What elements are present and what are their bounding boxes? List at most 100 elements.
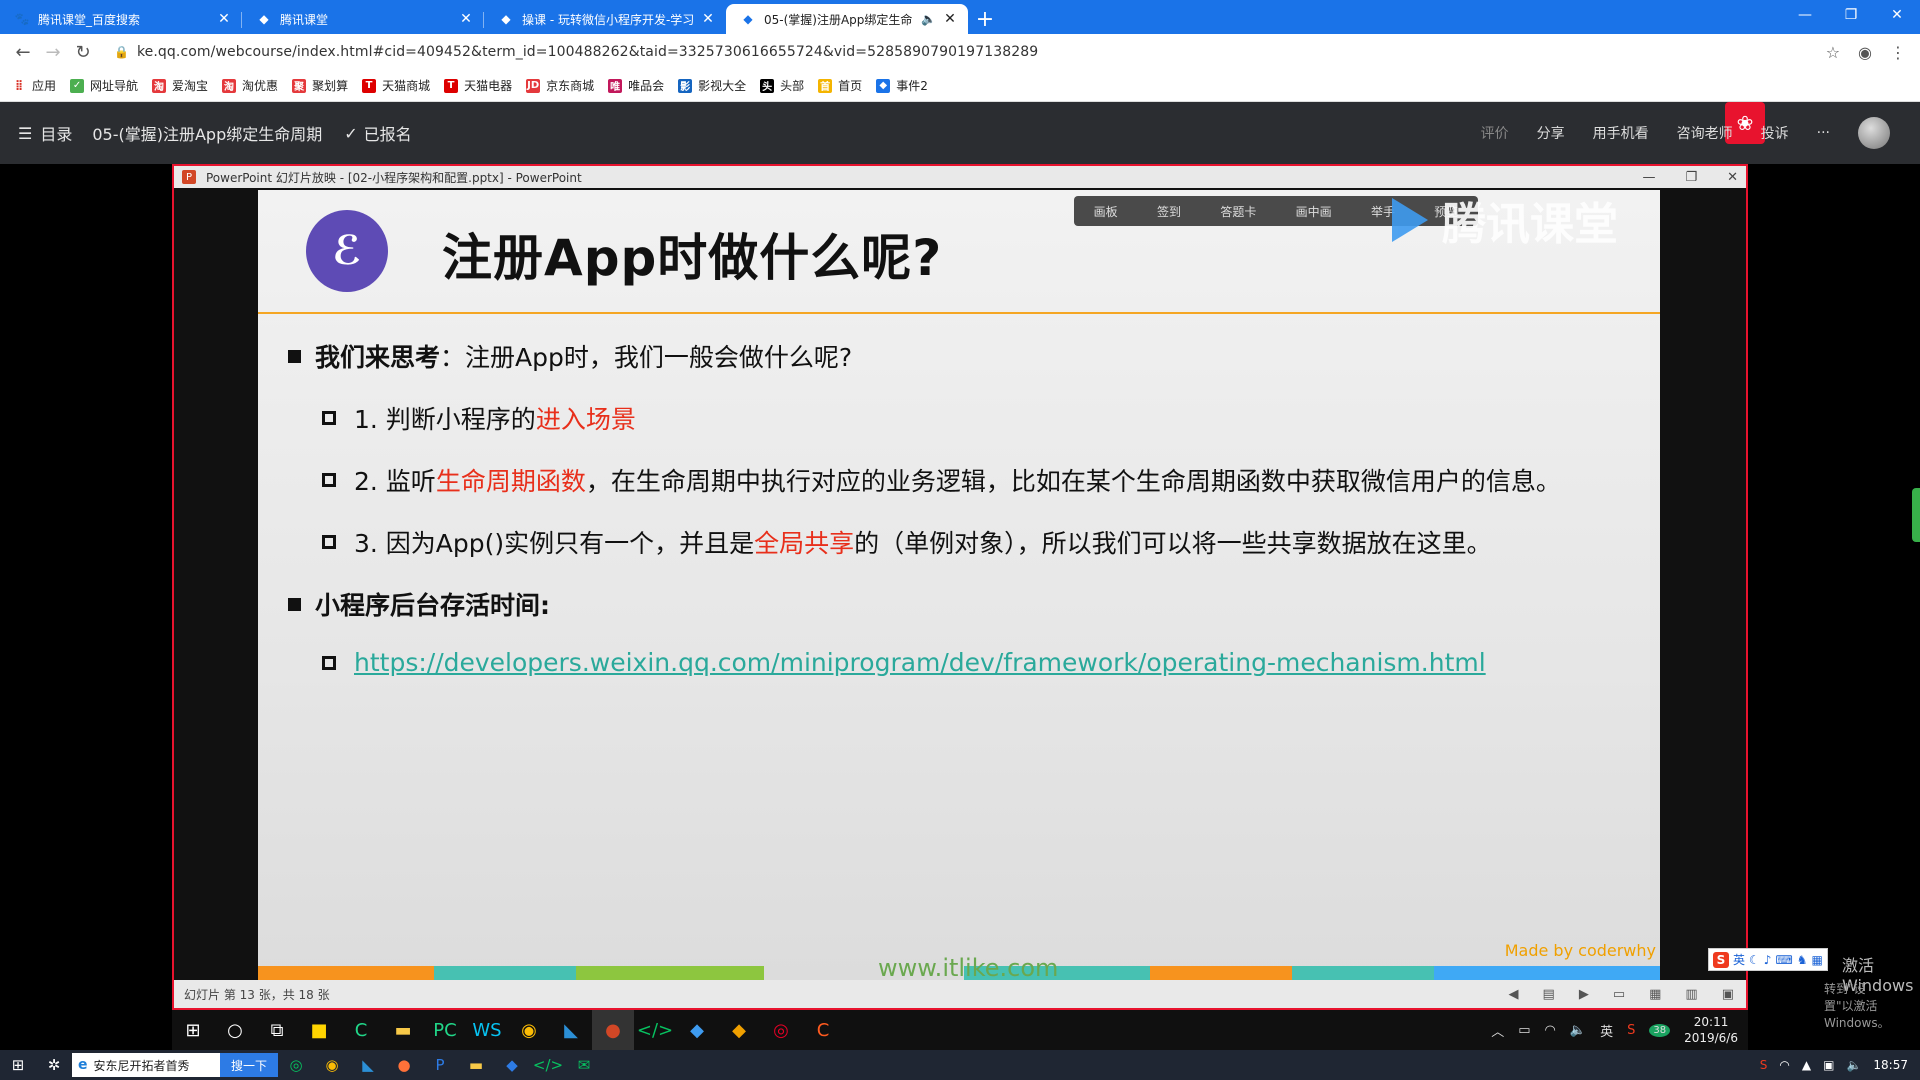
bookmark-item[interactable]: T 天猫电器 — [444, 77, 512, 94]
network-icon[interactable]: ▣ — [1823, 1058, 1834, 1072]
wechat-devtools-icon: </> — [636, 1019, 674, 1041]
tab-title: 腾讯课堂 — [280, 12, 329, 27]
wifi-icon[interactable]: ◠ — [1779, 1058, 1789, 1072]
new-tab-button[interactable]: + — [968, 4, 1002, 34]
video-player[interactable]: P PowerPoint 幻灯片放映 - [02-小程序架构和配置.pptx] … — [0, 164, 1920, 1050]
wechat-devtools-icon[interactable]: </> — [530, 1050, 566, 1080]
bookmark-item[interactable]: 唯唯品会 — [608, 77, 664, 94]
lock-icon[interactable]: 🔒 — [114, 45, 129, 59]
browser-tab-tencent[interactable]: ◆ 腾讯课堂 ✕ — [242, 4, 484, 34]
forward-icon[interactable]: → — [38, 42, 68, 63]
ppt-titlebar: P PowerPoint 幻灯片放映 - [02-小程序架构和配置.pptx] … — [174, 166, 1746, 188]
catalog-button[interactable]: ☰ 目录 — [18, 121, 72, 145]
mini-program-logo-icon: ℰ — [306, 210, 388, 292]
browser-tab-lesson[interactable]: ◆ 05-(掌握)注册App绑定生命 🔈 ✕ — [726, 4, 968, 34]
search-icon: ○ — [227, 1019, 243, 1041]
baidu-icon: 🐾 — [14, 12, 30, 26]
bookmark-icon: 头 — [760, 78, 775, 93]
course-header: ☰ 目录 05-(掌握)注册App绑定生命周期 ✓ 已报名 ❀ 评价 分享 用手… — [0, 102, 1920, 164]
netease-music-icon: ◎ — [773, 1019, 789, 1041]
sogou-tray-icon: S — [1627, 1022, 1636, 1038]
bookmark-item[interactable]: 头头部 — [760, 77, 804, 94]
bullet-item-3: 3. 因为App()实例只有一个，并且是 全局共享 的（单例对象），所以我们可以将一… — [322, 524, 1561, 560]
vscode-icon[interactable]: ◣ — [350, 1050, 386, 1080]
tray-arrow-icon[interactable]: ▲ — [1802, 1058, 1811, 1072]
consult-teacher-button[interactable]: 咨询老师 — [1677, 123, 1733, 143]
windows-start-icon: ⊞ — [185, 1019, 201, 1041]
bookmark-item[interactable]: JD 京东商城 — [526, 77, 594, 94]
tab-title: 操课 - 玩转微信小程序开发-学习 — [522, 12, 694, 27]
browser-tab-course[interactable]: ◆ 操课 - 玩转微信小程序开发-学习 ✕ — [484, 4, 726, 34]
search-input[interactable]: e 安东尼开拓者首秀 — [72, 1053, 220, 1077]
bookmark-item[interactable]: 影影视大全 — [678, 77, 746, 94]
wechat-icon[interactable]: ◎ — [278, 1050, 314, 1080]
window-controls: — ❐ ✕ — [1782, 0, 1920, 30]
back-icon[interactable]: ← — [8, 42, 38, 63]
apps-grid-icon: ⣿ — [15, 80, 23, 91]
chrome-icon[interactable]: ◉ — [314, 1050, 350, 1080]
firefox-icon[interactable]: ● — [386, 1050, 422, 1080]
mobile-view-button[interactable]: 用手机看 — [1593, 123, 1649, 143]
share-button[interactable]: 分享 — [1537, 123, 1565, 143]
sorter-view-icon: ▦ — [1649, 986, 1662, 1002]
file-explorer-icon[interactable]: ▬ — [458, 1050, 494, 1080]
slideshow-view-icon: ▣ — [1721, 986, 1734, 1002]
wechat-icon[interactable]: ✉ — [566, 1050, 602, 1080]
restore-icon: ❐ — [1685, 169, 1698, 185]
search-button[interactable]: 搜一下 — [220, 1053, 278, 1077]
bookmark-item[interactable]: 首首页 — [818, 77, 862, 94]
url-field[interactable]: 🔒 ke.qq.com/webcourse/index.html#cid=409… — [104, 37, 1816, 67]
close-tab-icon[interactable]: ✕ — [700, 11, 716, 27]
rate-button[interactable]: 评价 — [1481, 123, 1509, 143]
sourcetree-icon[interactable]: ◆ — [494, 1050, 530, 1080]
notes-icon: ▤ — [1542, 986, 1555, 1002]
task-view-icon: ⧉ — [270, 1019, 284, 1041]
sogou-tray-icon[interactable]: S — [1760, 1058, 1768, 1072]
profile-icon[interactable]: ◉ — [1858, 43, 1872, 62]
restore-icon[interactable]: ❐ — [1828, 0, 1874, 30]
bookmark-icon: T — [444, 78, 459, 93]
bookmark-icon: 唯 — [608, 78, 623, 93]
bookmark-icon: T — [362, 78, 377, 93]
reload-icon[interactable]: ↻ — [68, 42, 98, 63]
volume-icon[interactable]: 🔈 — [1846, 1058, 1861, 1072]
play-logo-icon — [1392, 198, 1428, 242]
floating-widget[interactable] — [1912, 488, 1920, 542]
close-tab-icon[interactable]: ✕ — [458, 11, 474, 27]
bookmark-item[interactable]: ◆ 事件2 — [876, 77, 928, 94]
bookmark-icon: 首 — [818, 78, 833, 93]
check-icon: ✓ — [344, 123, 358, 143]
avatar[interactable] — [1858, 117, 1890, 149]
more-button[interactable]: ··· — [1817, 125, 1830, 141]
speaker-icon[interactable]: 🔈 — [921, 12, 936, 26]
prev-slide-icon: ◀ — [1508, 986, 1519, 1002]
close-icon: ✕ — [1727, 169, 1738, 185]
site-url: www.itlike.com — [878, 954, 1059, 982]
app-p-icon[interactable]: P — [422, 1050, 458, 1080]
minimize-icon[interactable]: — — [1782, 0, 1828, 30]
sticky-notes-icon: ■ — [310, 1019, 328, 1041]
complain-button[interactable]: 投诉 — [1761, 123, 1789, 143]
bookmark-item[interactable]: T 天猫商城 — [362, 77, 430, 94]
minimize-icon: — — [1642, 169, 1656, 185]
bookmark-item[interactable]: 淘淘优惠 — [222, 77, 278, 94]
bookmark-item[interactable]: ✓ 网址导航 — [70, 77, 138, 94]
bookmark-star-icon[interactable]: ☆ — [1826, 43, 1840, 62]
close-tab-icon[interactable]: ✕ — [216, 11, 232, 27]
bookmark-item[interactable]: 淘爱淘宝 — [152, 77, 208, 94]
tencent-classroom-icon: ◆ — [743, 12, 753, 26]
ime-indicator: 英 — [1600, 1024, 1614, 1040]
bookmark-item[interactable]: 聚聚划算 — [292, 77, 348, 94]
close-icon[interactable]: ✕ — [1874, 0, 1920, 30]
more-menu-icon[interactable]: ⋮ — [1890, 43, 1906, 62]
browser-tab-baidu[interactable]: 🐾 腾讯课堂_百度搜索 ✕ — [0, 4, 242, 34]
bullet-question: 我们来思考 ：注册App时，我们一般会做什么呢? — [288, 338, 1561, 374]
clock[interactable]: 18:57 — [1873, 1058, 1908, 1072]
bookmark-apps[interactable]: ⣿ 应用 — [12, 77, 56, 94]
powerpoint-icon: P — [182, 170, 196, 184]
windows-start-icon[interactable]: ⊞ — [0, 1050, 36, 1080]
close-tab-icon[interactable]: ✕ — [942, 11, 958, 27]
clion-icon: C — [354, 1019, 368, 1041]
lesson-title: 05-(掌握)注册App绑定生命周期 — [92, 125, 323, 144]
settings-icon[interactable]: ✲ — [36, 1050, 72, 1080]
